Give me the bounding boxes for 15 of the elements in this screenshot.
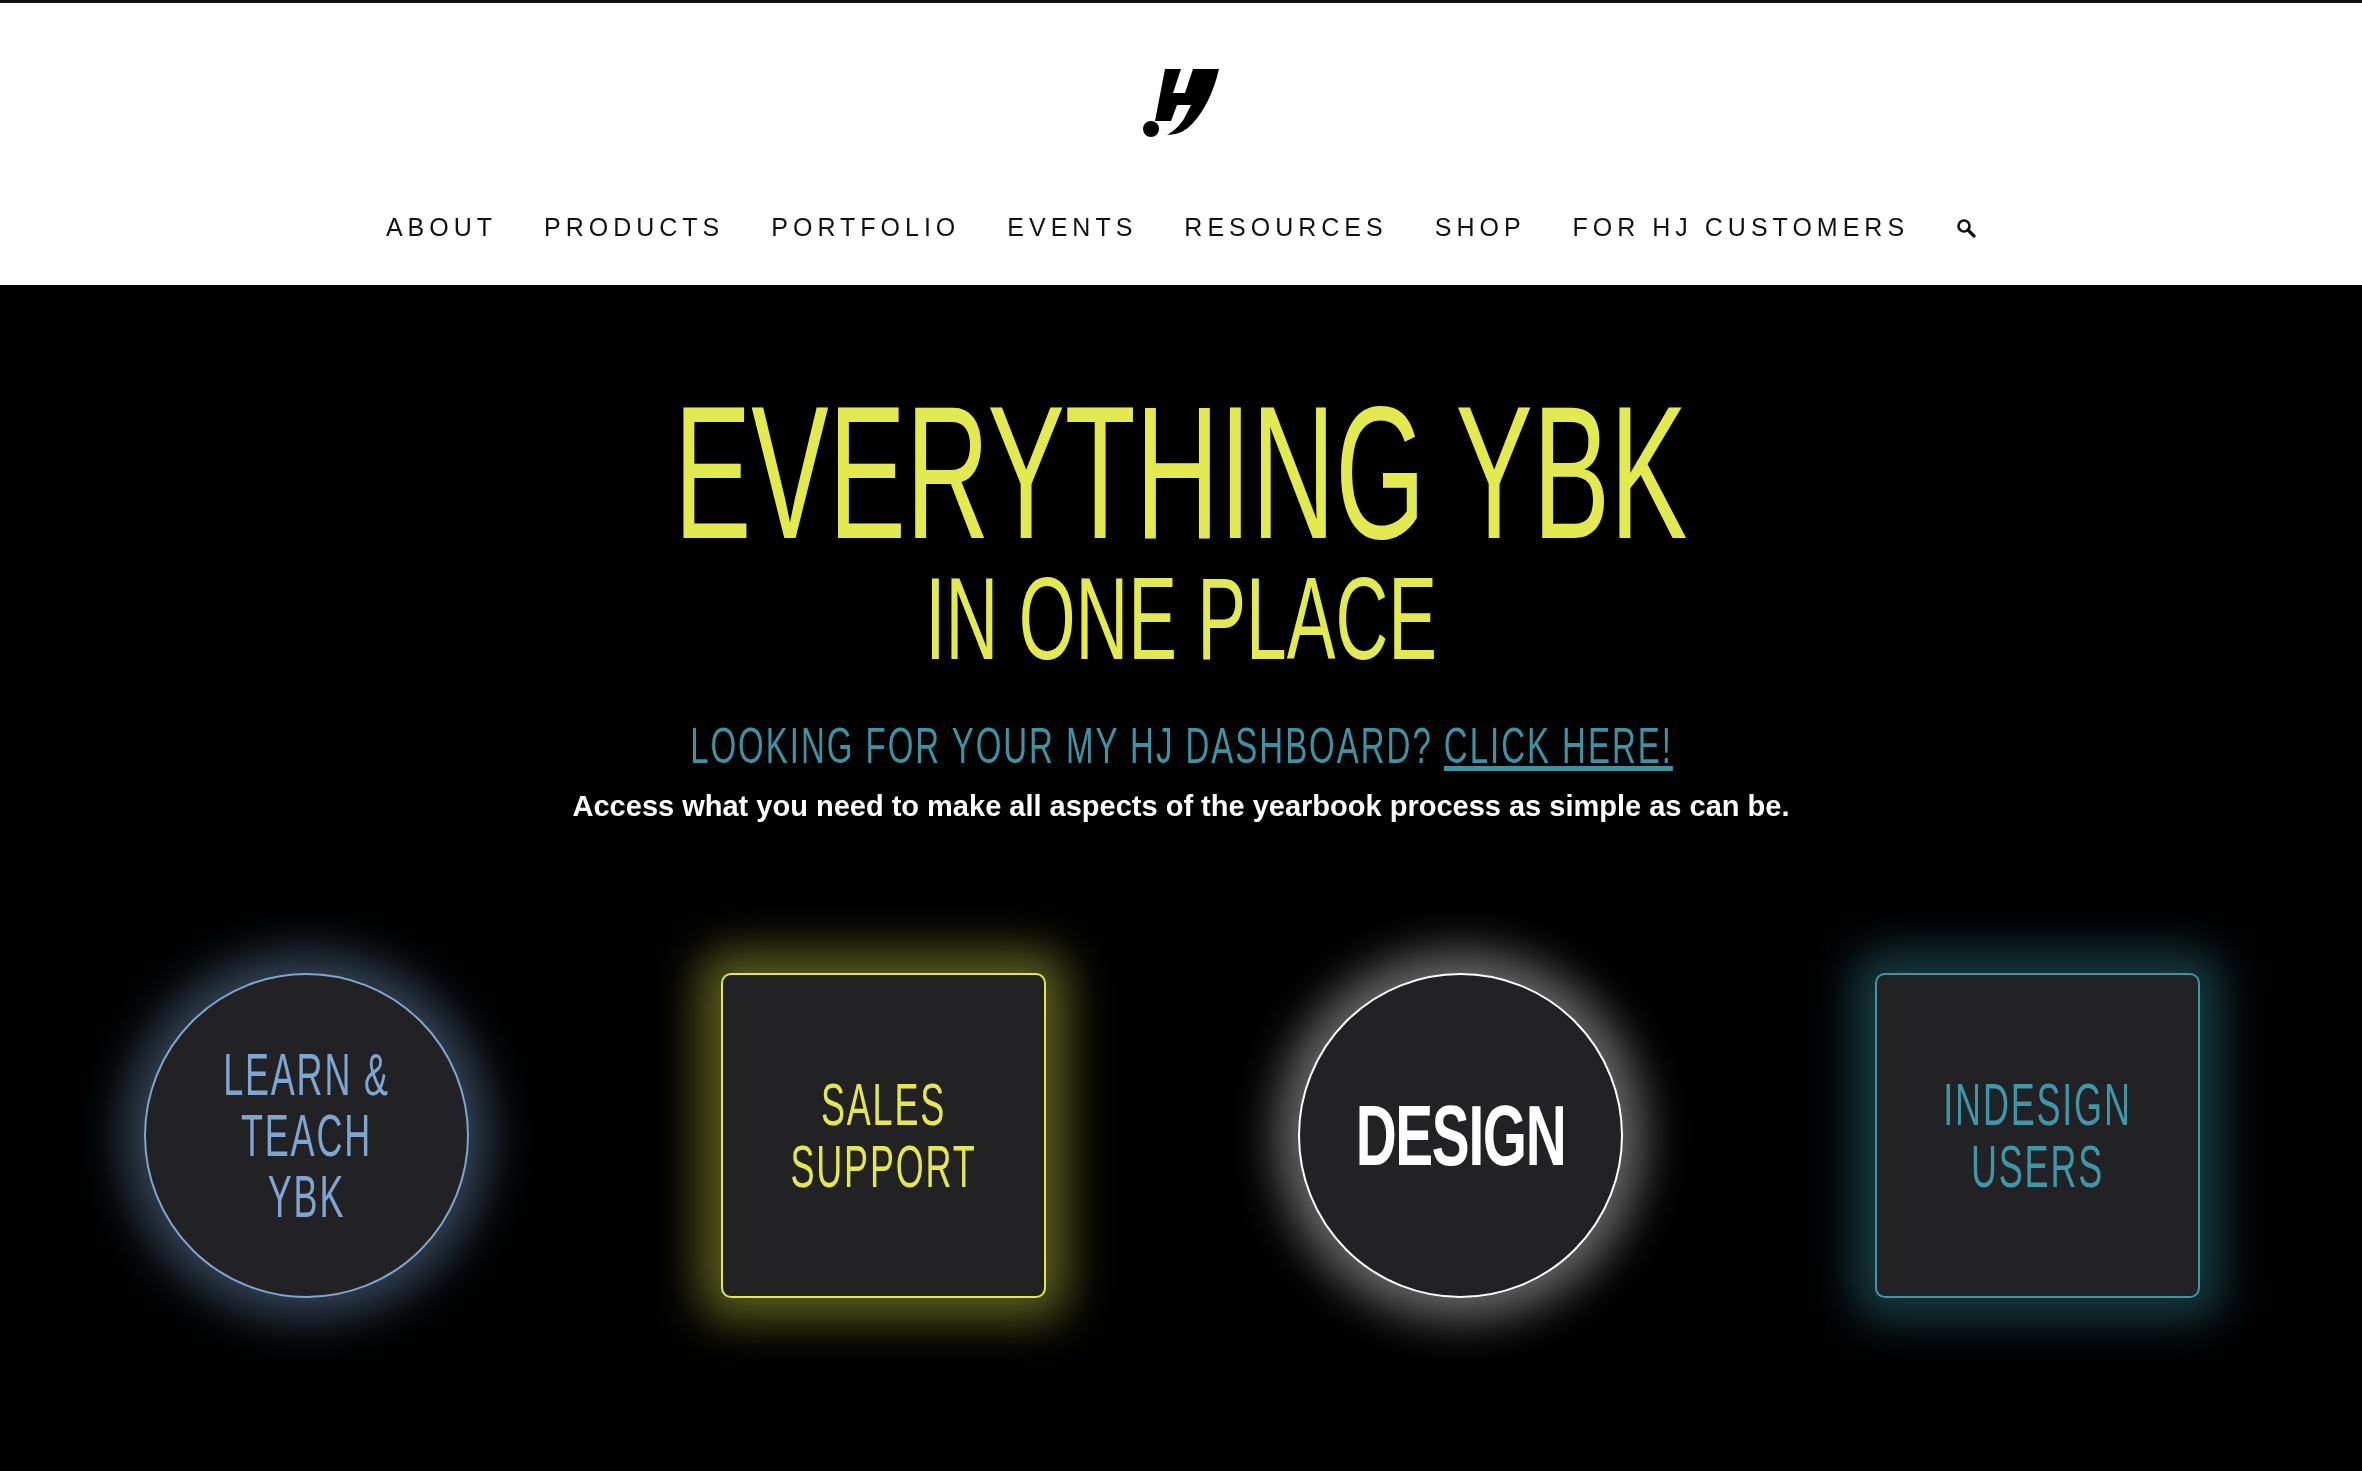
card-link[interactable]: LEARN & TEACH YBK bbox=[144, 973, 469, 1298]
nav-link[interactable]: PORTFOLIO bbox=[771, 213, 961, 242]
dashboard-prompt: LOOKING FOR YOUR MY HJ DASHBOARD? CLICK HERE! bbox=[689, 719, 1673, 774]
card-link[interactable]: SALES SUPPORT bbox=[721, 973, 1046, 1298]
hero-description: Access what you need to make all aspects of the yearbook process as simple as can be. bbox=[572, 790, 1790, 823]
search-icon[interactable] bbox=[1956, 217, 1977, 238]
card-link[interactable]: DESIGN bbox=[1298, 973, 1623, 1298]
nav-link[interactable]: ABOUT bbox=[385, 213, 497, 242]
nav-link[interactable]: SHOP bbox=[1434, 213, 1526, 242]
nav-link[interactable]: FOR HJ CUSTOMERS bbox=[1572, 213, 1910, 242]
nav-link[interactable]: RESOURCES bbox=[1184, 213, 1388, 242]
nav-link[interactable]: PRODUCTS bbox=[544, 213, 725, 242]
click-here-link[interactable]: CLICK HERE! bbox=[1443, 718, 1673, 774]
card-link[interactable]: INDESIGN USERS bbox=[1875, 973, 2200, 1298]
nav-link[interactable]: EVENTS bbox=[1007, 213, 1138, 242]
